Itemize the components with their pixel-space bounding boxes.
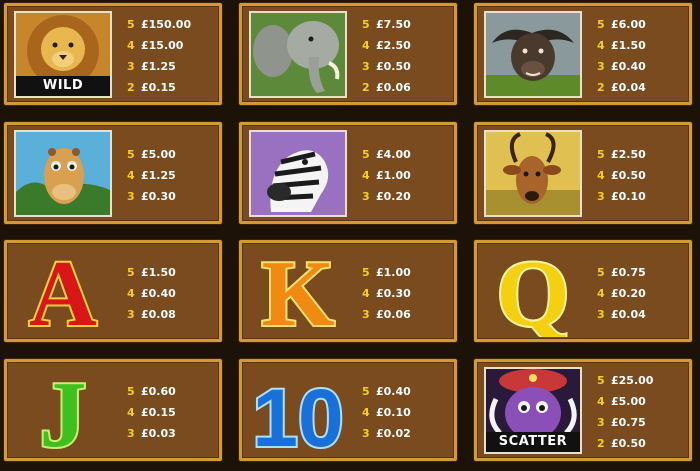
pay-row: 5 £0.40 [362, 385, 411, 398]
pay-row: 5 £7.50 [362, 18, 411, 31]
pay-row: 4 £0.10 [362, 406, 411, 419]
pay-row: 5 £5.00 [127, 148, 176, 161]
pay-list: 5 £1.50 4 £0.40 3 £0.08 [127, 262, 222, 325]
letter-q-glyph: Q [496, 247, 569, 337]
pay-row: 4 £0.20 [597, 287, 646, 300]
pay-row: 5 £0.60 [127, 385, 176, 398]
pay-row: 5 £6.00 [597, 18, 646, 31]
pay-row: 5 £4.00 [362, 148, 411, 161]
letter-a-symbol: A [14, 247, 112, 337]
pay-list: 5 £5.00 4 £1.25 3 £0.30 [127, 144, 222, 207]
pay-row: 2 £0.50 [597, 437, 646, 450]
paytable-card-giraffe: 5 £5.00 4 £1.25 3 £0.30 [4, 122, 222, 224]
pay-row: 5 £2.50 [597, 148, 646, 161]
elephant-symbol [249, 11, 347, 98]
pay-row: 4 £1.50 [597, 39, 646, 52]
pay-list: 5 £0.75 4 £0.20 3 £0.04 [597, 262, 692, 325]
letter-j-symbol: J [14, 366, 112, 456]
letter-a-glyph: A [29, 247, 97, 337]
pay-row: 3 £0.10 [597, 190, 646, 203]
pay-list: 5 £0.40 4 £0.10 3 £0.02 [362, 381, 457, 444]
paytable-card-zebra: 5 £4.00 4 £1.00 3 £0.20 [239, 122, 457, 224]
wild-caption: WILD [16, 76, 110, 96]
paytable-card-letter-q: Q 5 £0.75 4 £0.20 3 £0.04 [474, 240, 692, 342]
pay-row: 4 £0.50 [597, 169, 646, 182]
paytable-card-letter-j: J 5 £0.60 4 £0.15 3 £0.03 [4, 359, 222, 461]
pay-row: 5 £1.50 [127, 266, 176, 279]
paytable-card-scatter: SCATTER 5 £25.00 4 £5.00 3 £0.75 2 £0.50 [474, 359, 692, 461]
scatter-symbol: SCATTER [484, 367, 582, 454]
pay-row: 4 £15.00 [127, 39, 184, 52]
pay-row: 5 £25.00 [597, 374, 654, 387]
letter-q-symbol: Q [484, 247, 582, 337]
pay-list: 5 £1.00 4 £0.30 3 £0.06 [362, 262, 457, 325]
pay-list: 5 £0.60 4 £0.15 3 £0.03 [127, 381, 222, 444]
paytable-card-letter-k: K 5 £1.00 4 £0.30 3 £0.06 [239, 240, 457, 342]
antelope-symbol [484, 130, 582, 217]
pay-row: 4 £0.30 [362, 287, 411, 300]
pay-row: 3 £0.30 [127, 190, 176, 203]
pay-row: 3 £0.04 [597, 308, 646, 321]
ten-symbol: 10 [249, 366, 347, 456]
pay-row: 4 £0.15 [127, 406, 176, 419]
pay-row: 4 £1.25 [127, 169, 176, 182]
pay-list: 5 £6.00 4 £1.50 3 £0.40 2 £0.04 [597, 14, 692, 98]
letter-j-glyph: J [40, 366, 87, 456]
paytable-card-buffalo: 5 £6.00 4 £1.50 3 £0.40 2 £0.04 [474, 3, 692, 105]
pay-row: 2 £0.15 [127, 81, 176, 94]
paytable: WILD 5 £150.00 4 £15.00 3 £1.25 2 £0.15 5 £7.… [0, 0, 700, 471]
pay-row: 3 £0.50 [362, 60, 411, 73]
pay-row: 3 £0.40 [597, 60, 646, 73]
ten-glyph: 10 [252, 373, 343, 456]
giraffe-symbol [14, 130, 112, 217]
paytable-card-elephant: 5 £7.50 4 £2.50 3 £0.50 2 £0.06 [239, 3, 457, 105]
zebra-symbol [249, 130, 347, 217]
pay-row: 2 £0.06 [362, 81, 411, 94]
pay-row: 3 £0.20 [362, 190, 411, 203]
pay-row: 4 £2.50 [362, 39, 411, 52]
pay-list: 5 £150.00 4 £15.00 3 £1.25 2 £0.15 [127, 14, 222, 98]
pay-list: 5 £2.50 4 £0.50 3 £0.10 [597, 144, 692, 207]
letter-k-symbol: K [249, 247, 347, 337]
pay-row: 3 £0.75 [597, 416, 646, 429]
pay-row: 5 £0.75 [597, 266, 646, 279]
pay-list: 5 £4.00 4 £1.00 3 £0.20 [362, 144, 457, 207]
pay-row: 4 £5.00 [597, 395, 646, 408]
buffalo-symbol [484, 11, 582, 98]
pay-row: 4 £1.00 [362, 169, 411, 182]
paytable-card-ten: 10 5 £0.40 4 £0.10 3 £0.02 [239, 359, 457, 461]
pay-row: 3 £1.25 [127, 60, 176, 73]
lion-wild-symbol: WILD [14, 11, 112, 98]
pay-row: 2 £0.04 [597, 81, 646, 94]
pay-row: 4 £0.40 [127, 287, 176, 300]
pay-list: 5 £25.00 4 £5.00 3 £0.75 2 £0.50 [597, 370, 692, 454]
paytable-card-lion: WILD 5 £150.00 4 £15.00 3 £1.25 2 £0.15 [4, 3, 222, 105]
scatter-caption: SCATTER [486, 432, 580, 452]
pay-row: 3 £0.03 [127, 427, 176, 440]
pay-list: 5 £7.50 4 £2.50 3 £0.50 2 £0.06 [362, 14, 457, 98]
pay-row: 5 £1.00 [362, 266, 411, 279]
paytable-card-antelope: 5 £2.50 4 £0.50 3 £0.10 [474, 122, 692, 224]
letter-k-glyph: K [261, 247, 334, 337]
paytable-card-letter-a: A 5 £1.50 4 £0.40 3 £0.08 [4, 240, 222, 342]
pay-row: 3 £0.06 [362, 308, 411, 321]
pay-row: 3 £0.08 [127, 308, 176, 321]
pay-row: 3 £0.02 [362, 427, 411, 440]
pay-row: 5 £150.00 [127, 18, 192, 31]
